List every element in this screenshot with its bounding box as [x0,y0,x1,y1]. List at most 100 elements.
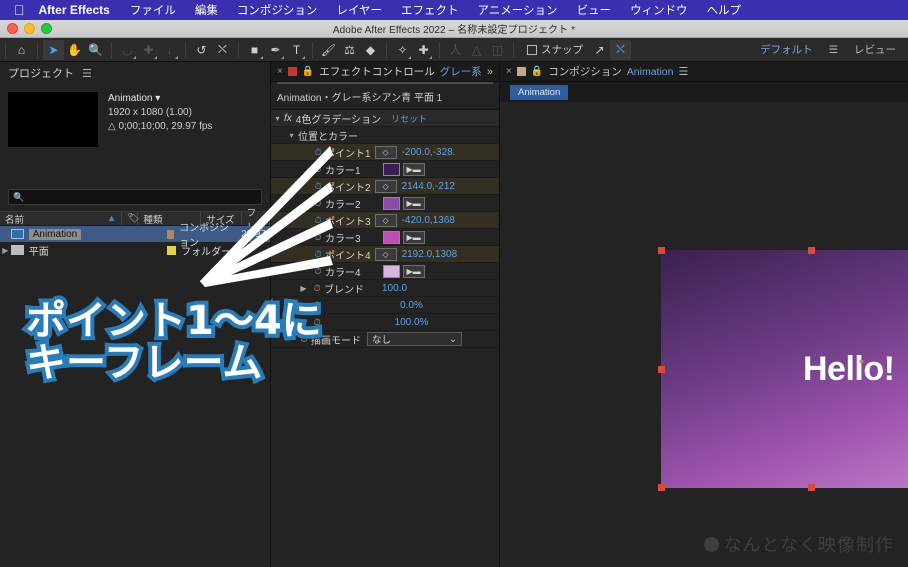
menu-item-layer[interactable]: レイヤー [336,2,382,18]
stopwatch-icon[interactable]: ⏱ [311,181,325,192]
roto-brush-tool-icon[interactable]: ✧ [392,40,413,60]
color-swatch[interactable] [382,264,400,278]
type-tool-icon[interactable]: T [286,40,307,60]
align-icon[interactable]: ↗ [589,40,610,60]
snap-toggle[interactable]: スナップ [527,42,583,57]
panel-menu-icon[interactable]: ☰ [82,67,92,80]
close-icon[interactable]: × [277,66,283,77]
eyedropper-icon[interactable]: ▶▬ [402,162,425,176]
keyframe-nav-icon[interactable]: ◇ [374,213,397,227]
panel-menu-icon[interactable]: ☰ [679,65,689,78]
label-color-swatch[interactable] [167,245,177,255]
anchor-point-tool-icon[interactable]: ⛌ [212,40,233,60]
composition-tab[interactable]: × 🔒 コンポジション Animation ☰ [500,62,908,82]
list-item-name[interactable]: Animation [28,228,82,240]
menu-item-effect[interactable]: エフェクト [401,2,459,18]
zoom-tool-icon[interactable]: 🔍 [85,40,106,60]
blend-mode-select[interactable]: なし ⌄ [367,332,462,346]
selection-handle[interactable] [808,484,815,491]
property-row-point2[interactable]: ⏱ ポイント2 ◇ 2144.0,-212 [271,178,499,195]
property-row-point1[interactable]: ⏱ ポイント1 ◇ -200.0,-328. [271,144,499,161]
table-row[interactable]: Animation コンポジション 29.97 [0,223,270,249]
color-swatch[interactable] [382,162,400,176]
clone-stamp-tool-icon[interactable]: ⚖ [339,40,360,60]
label-tag-icon[interactable]: 🏷 [122,212,139,225]
property-value[interactable]: -200.0,-328. [402,147,456,158]
stopwatch-icon[interactable]: ⏱ [311,215,325,226]
property-row-color3[interactable]: ⏱ カラー3 ▶▬ [271,229,499,246]
row-name-cell[interactable]: 平面 [29,243,167,258]
row-name-cell[interactable]: Animation [28,228,167,240]
property-row-point3[interactable]: ⏱ ポイント3 ◇ -420.0,1368 [271,212,499,229]
composition-canvas[interactable]: Hello! ✦ [658,247,908,491]
project-item-name[interactable]: Animation ▾ [108,92,212,106]
stopwatch-icon[interactable]: ⏱ [311,198,325,209]
menu-item-animation[interactable]: アニメーション [478,2,558,18]
eyedropper-icon[interactable]: ▶▬ [402,230,425,244]
stopwatch-icon[interactable]: ⏱ [311,266,325,277]
chevron-down-icon[interactable]: ▾ [155,93,160,104]
twirl-icon[interactable]: ▾ [285,131,298,140]
twirl-icon[interactable]: ▶ [297,284,310,293]
row-twirl-icon[interactable]: ▶ [0,246,11,255]
stopwatch-icon[interactable]: ⏱ [311,164,325,175]
menu-app-name[interactable]: After Effects [39,3,110,17]
eyedropper-icon[interactable]: ▶▬ [402,196,425,210]
column-header-framerate[interactable]: フレ... [242,208,270,233]
color-swatch[interactable] [382,196,400,210]
lock-icon[interactable]: 🔒 [531,66,543,77]
close-icon[interactable]: × [506,66,512,77]
effect-header-row[interactable]: ▾ fx 4色グラデーション リセット [271,110,499,127]
sort-ascending-icon[interactable]: ▲ [107,213,116,224]
property-row-blend[interactable]: ▶ ⏱ ブレンド 100.0 [271,280,499,297]
eyedropper-icon[interactable]: ▶▬ [402,264,425,278]
transform-box-icon[interactable]: ⛌ [610,39,631,60]
home-icon[interactable]: ⌂ [11,40,32,60]
property-row-color4[interactable]: ⏱ カラー4 ▶▬ [271,263,499,280]
selection-handle[interactable] [658,247,665,254]
dolly-tool-icon[interactable]: ↓ [159,40,180,60]
puppet-starch-pin-icon[interactable]: △ [466,40,487,60]
workspace-review[interactable]: レビュー [854,42,896,57]
chevron-double-right-icon[interactable]: » [487,66,493,78]
menu-item-edit[interactable]: 編集 [195,2,218,18]
column-header-name[interactable]: 名前 ▲ [0,212,123,226]
menu-item-view[interactable]: ビュー [577,2,612,18]
anchor-point-icon[interactable]: ✦ [857,357,865,368]
property-row-color2[interactable]: ⏱ カラー2 ▶▬ [271,195,499,212]
hand-tool-icon[interactable]: ✋ [64,40,85,60]
property-value[interactable]: 100.0% [395,317,429,328]
stopwatch-icon[interactable]: ⏱ [310,283,324,294]
property-value[interactable]: 2192.0,1308 [402,249,458,260]
text-layer-hello[interactable]: Hello! [803,350,895,389]
property-value[interactable]: 100.0 [382,283,407,294]
keyframe-nav-icon[interactable]: ◇ [374,179,397,193]
orbit-tool-icon[interactable]: ◡ [117,40,138,60]
menu-item-file[interactable]: ファイル [130,2,176,18]
property-value[interactable]: -420.0,1368 [402,215,455,226]
reset-button[interactable]: リセット [391,112,427,125]
selection-handle[interactable] [658,366,665,373]
hamburger-icon[interactable]: ☰ [829,44,838,56]
twirl-icon[interactable]: ▾ [271,114,284,123]
eraser-tool-icon[interactable]: ◆ [360,40,381,60]
pan-tool-icon[interactable]: ✚ [138,40,159,60]
effect-controls-tab[interactable]: × 🔒 エフェクトコントロール グレー系 » [271,62,499,82]
puppet-pin-tool-icon[interactable]: ✚ [413,40,434,60]
comp-tab-chip[interactable]: Animation [510,84,569,100]
shape-tool-icon[interactable]: ■ [244,40,265,60]
selection-tool-icon[interactable]: ➤ [43,39,64,60]
menu-item-help[interactable]: ヘルプ [707,2,742,18]
property-row-color1[interactable]: ⏱ カラー1 ▶▬ [271,161,499,178]
rotation-tool-icon[interactable]: ↺ [191,40,212,60]
property-group-row[interactable]: ▾ 位置とカラー [271,127,499,144]
puppet-position-pin-icon[interactable]: 人 [445,40,466,60]
brush-tool-icon[interactable]: 🖌 [318,40,339,60]
composition-viewer[interactable]: Hello! ✦ なんとなく映像制作 [500,102,908,567]
selection-handle[interactable] [658,484,665,491]
puppet-overlap-pin-icon[interactable]: ◫ [487,40,508,60]
stopwatch-icon[interactable]: ⏱ [311,232,325,243]
workspace-default[interactable]: デフォルト [760,42,813,57]
label-color-swatch[interactable] [167,229,175,239]
color-swatch[interactable] [382,230,400,244]
